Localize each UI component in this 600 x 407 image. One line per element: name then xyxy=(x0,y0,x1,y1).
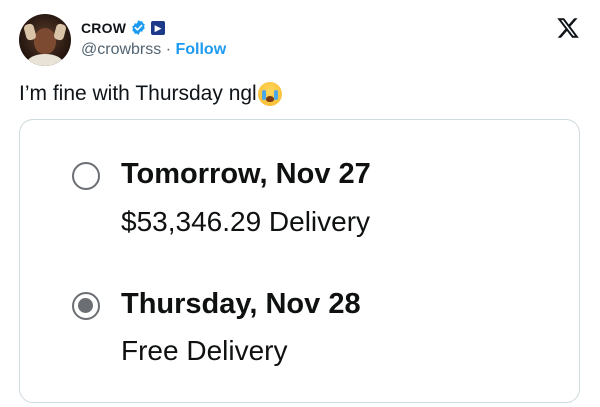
avatar-face xyxy=(34,28,56,54)
crying-face-emoji-icon xyxy=(257,82,282,106)
delivery-option-price-tomorrow: $53,346.29 Delivery xyxy=(121,206,371,237)
separator: · xyxy=(165,41,172,58)
delivery-options-card: Tomorrow, Nov 27 $53,346.29 Delivery Thu… xyxy=(19,119,580,403)
follow-button[interactable]: Follow xyxy=(175,41,226,58)
verified-badge-icon xyxy=(132,20,145,35)
avatar-shirt xyxy=(27,54,63,66)
delivery-option-radio-tomorrow[interactable] xyxy=(72,162,100,190)
author-name-row: CROW ▶ xyxy=(81,19,166,36)
avatar-hand-left xyxy=(23,22,37,42)
author-name[interactable]: CROW xyxy=(81,20,126,36)
author-handle[interactable]: @crowbrss xyxy=(81,41,161,58)
delivery-option-title-thursday[interactable]: Thursday, Nov 28 xyxy=(121,288,361,321)
x-logo-icon[interactable] xyxy=(556,16,580,40)
avatar-hand-right xyxy=(53,22,67,42)
handle-row: @crowbrss · Follow xyxy=(81,41,226,59)
delivery-option-price-thursday: Free Delivery xyxy=(121,335,288,366)
tweet-text: I’m fine with Thursday ngl xyxy=(19,82,257,105)
affiliate-badge-icon[interactable]: ▶ xyxy=(151,20,166,35)
delivery-option-radio-thursday[interactable] xyxy=(72,292,100,320)
delivery-option-title-tomorrow[interactable]: Tomorrow, Nov 27 xyxy=(121,158,371,191)
avatar[interactable] xyxy=(19,14,71,66)
tweet-text-row: I’m fine with Thursday ngl xyxy=(19,82,282,106)
